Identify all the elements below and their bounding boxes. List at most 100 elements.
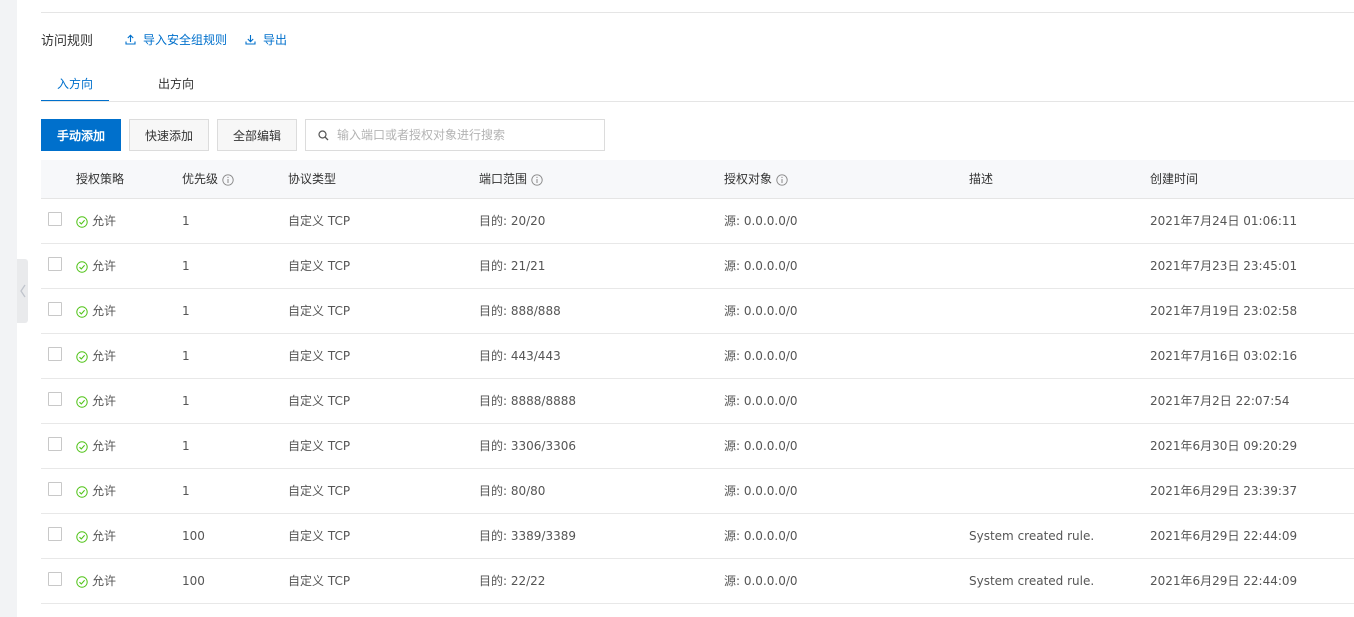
- import-rules-label: 导入安全组规则: [143, 32, 228, 47]
- check-circle-icon: [76, 215, 88, 228]
- left-sidebar-strip: [0, 0, 17, 617]
- check-circle-icon: [76, 305, 88, 318]
- col-priority: 优先级: [182, 160, 234, 199]
- protocol-cell: 自定义 TCP: [288, 394, 351, 408]
- section-header: 访问规则 导入安全组规则 导出: [41, 29, 305, 49]
- col-auth-object: 授权对象: [724, 160, 788, 199]
- check-circle-icon: [76, 260, 88, 273]
- protocol-cell: 自定义 TCP: [288, 484, 351, 498]
- search-input[interactable]: [337, 128, 597, 142]
- priority-cell: 1: [182, 214, 190, 228]
- port-range-cell: 目的: 21/21: [479, 259, 546, 273]
- created-time-cell: 2021年7月23日 23:45:01: [1150, 259, 1298, 273]
- rules-table: 授权策略 优先级 协议类型 端口范围 授权对象 描述 创建时间 允许 1 自定义 T…: [41, 160, 1354, 604]
- policy-cell: 允许: [76, 514, 116, 559]
- info-icon[interactable]: [776, 173, 788, 186]
- table-body: 允许 1 自定义 TCP 目的: 20/20 源: 0.0.0.0/0 2021年7月24…: [41, 199, 1354, 604]
- search-box: [305, 119, 605, 151]
- policy-value: 允许: [92, 349, 117, 363]
- table-row: 允许 1 自定义 TCP 目的: 443/443 源: 0.0.0.0/0 2021年7月…: [41, 334, 1354, 379]
- check-circle-icon: [76, 530, 88, 543]
- protocol-cell: 自定义 TCP: [288, 349, 351, 363]
- created-time-cell: 2021年7月24日 01:06:11: [1150, 214, 1298, 228]
- auth-object-cell: 源: 0.0.0.0/0: [724, 484, 798, 498]
- toolbar: 手动添加 快速添加 全部编辑: [41, 119, 605, 151]
- col-created-time: 创建时间: [1150, 160, 1198, 199]
- download-icon: [245, 34, 256, 45]
- auth-object-cell: 源: 0.0.0.0/0: [724, 439, 798, 453]
- tab-outbound[interactable]: 出方向: [109, 66, 243, 102]
- policy-cell: 允许: [76, 424, 116, 469]
- port-range-cell: 目的: 888/888: [479, 304, 561, 318]
- edit-all-button[interactable]: 全部编辑: [217, 119, 297, 151]
- col-policy: 授权策略: [76, 160, 124, 199]
- auth-object-cell: 源: 0.0.0.0/0: [724, 349, 798, 363]
- col-description: 描述: [969, 160, 993, 199]
- auth-object-cell: 源: 0.0.0.0/0: [724, 574, 798, 588]
- table-row: 允许 1 自定义 TCP 目的: 888/888 源: 0.0.0.0/0 2021年7月…: [41, 289, 1354, 334]
- row-checkbox[interactable]: [48, 527, 62, 541]
- priority-cell: 1: [182, 304, 190, 318]
- priority-cell: 100: [182, 529, 205, 543]
- manual-add-button[interactable]: 手动添加: [41, 119, 121, 151]
- info-icon[interactable]: [222, 173, 234, 186]
- check-circle-icon: [76, 485, 88, 498]
- port-range-cell: 目的: 20/20: [479, 214, 546, 228]
- row-checkbox[interactable]: [48, 572, 62, 586]
- col-policy-label: 授权策略: [76, 172, 125, 186]
- port-range-cell: 目的: 80/80: [479, 484, 546, 498]
- policy-cell: 允许: [76, 289, 116, 334]
- section-title: 访问规则: [41, 33, 94, 49]
- export-label: 导出: [263, 32, 288, 47]
- policy-value: 允许: [92, 394, 117, 408]
- port-range-cell: 目的: 3389/3389: [479, 529, 576, 543]
- row-checkbox[interactable]: [48, 482, 62, 496]
- priority-cell: 1: [182, 394, 190, 408]
- created-time-cell: 2021年6月30日 09:20:29: [1150, 439, 1298, 453]
- row-checkbox[interactable]: [48, 302, 62, 316]
- tab-inbound[interactable]: 入方向: [41, 66, 109, 102]
- policy-value: 允许: [92, 529, 117, 543]
- col-protocol: 协议类型: [288, 160, 336, 199]
- table-row: 允许 1 自定义 TCP 目的: 8888/8888 源: 0.0.0.0/0 2021年…: [41, 379, 1354, 424]
- row-checkbox[interactable]: [48, 347, 62, 361]
- row-checkbox[interactable]: [48, 212, 62, 226]
- policy-value: 允许: [92, 259, 117, 273]
- info-icon[interactable]: [531, 173, 543, 186]
- policy-cell: 允许: [76, 244, 116, 289]
- table-row: 允许 1 自定义 TCP 目的: 80/80 源: 0.0.0.0/0 2021年6月29…: [41, 469, 1354, 514]
- auth-object-cell: 源: 0.0.0.0/0: [724, 214, 798, 228]
- top-divider: [41, 12, 1354, 13]
- priority-cell: 1: [182, 349, 190, 363]
- protocol-cell: 自定义 TCP: [288, 529, 351, 543]
- col-created-time-label: 创建时间: [1150, 172, 1199, 186]
- created-time-cell: 2021年6月29日 23:39:37: [1150, 484, 1298, 498]
- policy-value: 允许: [92, 439, 117, 453]
- protocol-cell: 自定义 TCP: [288, 214, 351, 228]
- col-description-label: 描述: [969, 172, 994, 186]
- policy-cell: 允许: [76, 469, 116, 514]
- priority-cell: 100: [182, 574, 205, 588]
- policy-cell: 允许: [76, 334, 116, 379]
- auth-object-cell: 源: 0.0.0.0/0: [724, 304, 798, 318]
- search-icon: [318, 129, 329, 140]
- row-checkbox[interactable]: [48, 392, 62, 406]
- check-circle-icon: [76, 575, 88, 588]
- row-checkbox[interactable]: [48, 437, 62, 451]
- description-cell: System created rule.: [969, 574, 1095, 588]
- upload-icon: [125, 34, 136, 45]
- export-link[interactable]: 导出: [245, 31, 287, 48]
- import-rules-link[interactable]: 导入安全组规则: [125, 31, 227, 48]
- col-priority-label: 优先级: [182, 172, 219, 186]
- table-row: 允许 1 自定义 TCP 目的: 3306/3306 源: 0.0.0.0/0 2021年…: [41, 424, 1354, 469]
- sidebar-collapse-handle[interactable]: [17, 259, 28, 323]
- protocol-cell: 自定义 TCP: [288, 259, 351, 273]
- row-checkbox[interactable]: [48, 257, 62, 271]
- priority-cell: 1: [182, 484, 190, 498]
- policy-value: 允许: [92, 574, 117, 588]
- auth-object-cell: 源: 0.0.0.0/0: [724, 259, 798, 273]
- quick-add-button[interactable]: 快速添加: [129, 119, 209, 151]
- table-row: 允许 100 自定义 TCP 目的: 22/22 源: 0.0.0.0/0 System …: [41, 559, 1354, 604]
- tabs-divider: [41, 101, 1354, 102]
- auth-object-cell: 源: 0.0.0.0/0: [724, 529, 798, 543]
